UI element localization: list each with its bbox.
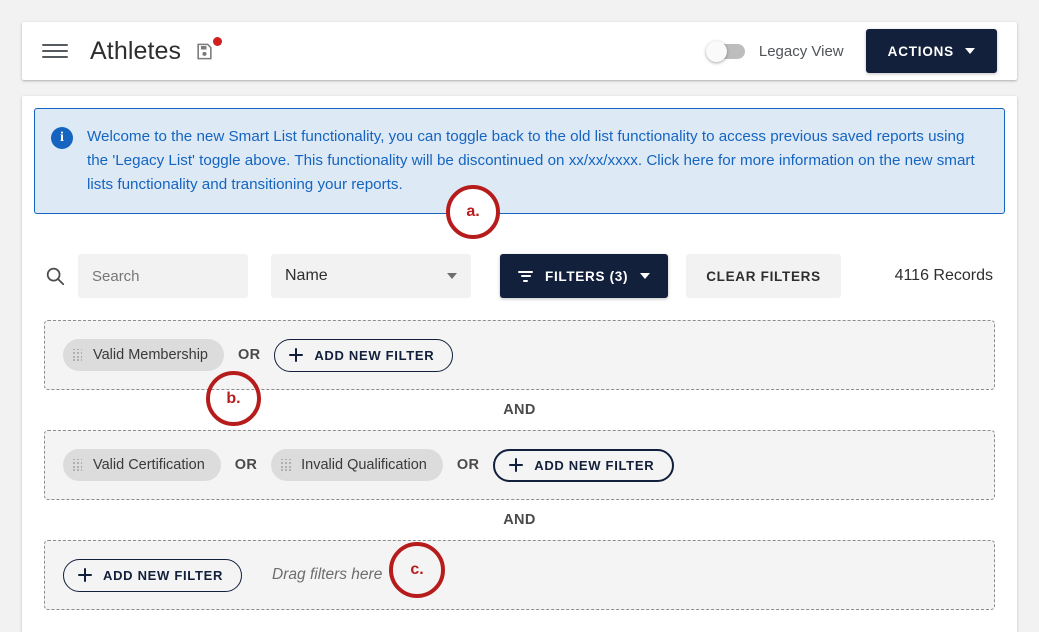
plus-icon: [509, 458, 524, 472]
add-new-filter-button[interactable]: ADD NEW FILTER: [274, 338, 454, 372]
clear-filters-button[interactable]: CLEAR FILTERS: [686, 254, 841, 298]
add-new-filter-button[interactable]: ADD NEW FILTER: [493, 448, 675, 482]
records-count: 4116 Records: [894, 267, 993, 284]
or-operator-label: OR: [456, 457, 480, 473]
drag-handle-icon[interactable]: [73, 348, 83, 362]
drag-handle-icon[interactable]: [73, 458, 83, 472]
filter-group[interactable]: Valid Membership OR ADD NEW FILTER: [44, 320, 995, 390]
drag-handle-icon[interactable]: [281, 458, 291, 472]
hamburger-line: [42, 56, 68, 58]
add-new-filter-label: ADD NEW FILTER: [314, 347, 435, 363]
chevron-down-icon: [447, 273, 457, 279]
filter-chip[interactable]: Invalid Qualification: [271, 449, 443, 481]
filter-chip-label: Invalid Qualification: [301, 457, 427, 473]
filter-chip[interactable]: Valid Membership: [63, 339, 224, 371]
actions-button-label: ACTIONS: [887, 43, 954, 59]
filter-chip-label: Valid Membership: [93, 347, 208, 363]
filters-button[interactable]: FILTERS (3): [500, 254, 669, 298]
search-field-select[interactable]: Name: [271, 254, 471, 298]
plus-icon: [78, 568, 92, 582]
search-input[interactable]: [78, 254, 248, 298]
or-operator-label: OR: [234, 457, 258, 473]
plus-icon: [289, 348, 304, 362]
save-disk-icon[interactable]: [195, 37, 223, 63]
toggle-knob: [705, 40, 727, 62]
filter-builder: Valid Membership OR ADD NEW FILTER AND V…: [34, 320, 1005, 610]
add-new-filter-label: ADD NEW FILTER: [103, 567, 224, 583]
filter-chip-label: Valid Certification: [93, 457, 205, 473]
and-operator-label: AND: [503, 512, 536, 528]
search-field-select-value: Name: [285, 267, 328, 284]
chevron-down-icon: [965, 48, 975, 54]
annotation-marker-b: b.: [206, 371, 261, 426]
legacy-view-label: Legacy View: [758, 42, 844, 60]
app-header: Athletes Legacy View ACTIONS: [22, 22, 1017, 80]
page-title: Athletes: [90, 36, 182, 65]
funnel-icon: [518, 270, 533, 282]
hamburger-line: [42, 44, 68, 46]
filter-chip[interactable]: Valid Certification: [63, 449, 221, 481]
chevron-down-icon: [640, 273, 651, 279]
banner-message: Welcome to the new Smart List functional…: [87, 128, 975, 193]
search-icon[interactable]: [44, 265, 66, 287]
actions-button[interactable]: ACTIONS: [865, 29, 997, 73]
notification-dot: [213, 37, 223, 46]
info-circle-icon: i: [51, 127, 73, 149]
filters-button-label: FILTERS (3): [545, 268, 629, 284]
annotation-marker-c: c.: [389, 542, 445, 598]
filter-group[interactable]: ADD NEW FILTER Drag filters here: [44, 540, 995, 610]
hamburger-line: [42, 50, 68, 52]
legacy-view-toggle[interactable]: [705, 40, 745, 62]
app-root: Athletes Legacy View ACTIONS i Welcome t…: [0, 0, 1039, 632]
main-content-card: i Welcome to the new Smart List function…: [22, 96, 1017, 632]
add-new-filter-label: ADD NEW FILTER: [534, 457, 655, 473]
list-toolbar: Name FILTERS (3) CLEAR FILTERS 4116 Reco…: [34, 254, 1005, 298]
hamburger-menu-icon[interactable]: [42, 41, 68, 61]
header-actions: Legacy View ACTIONS: [705, 29, 997, 73]
and-operator-label: AND: [503, 402, 536, 418]
smart-list-info-banner: i Welcome to the new Smart List function…: [34, 108, 1005, 214]
add-new-filter-button[interactable]: ADD NEW FILTER: [63, 558, 243, 592]
drag-filters-hint: Drag filters here: [272, 566, 383, 583]
annotation-marker-a: a.: [446, 185, 500, 239]
or-operator-label: OR: [237, 347, 261, 363]
filter-group[interactable]: Valid Certification OR Invalid Qualifica…: [44, 430, 995, 500]
